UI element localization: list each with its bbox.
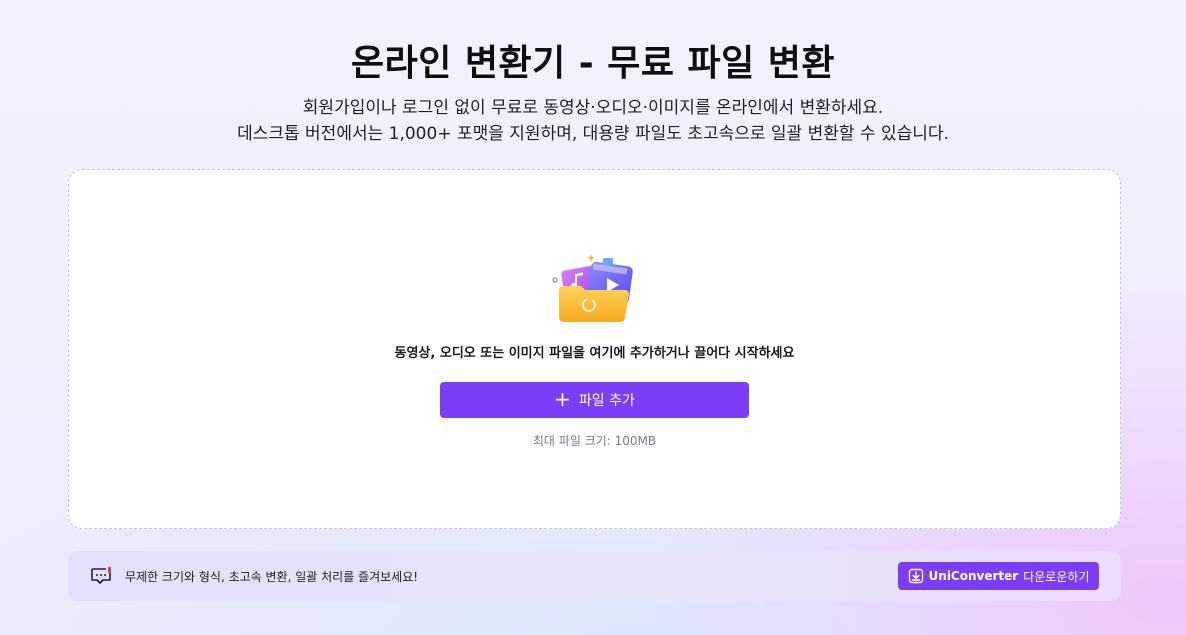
download-brand: UniConverter: [928, 569, 1019, 583]
chat-bubble-icon: [91, 567, 111, 584]
promo-banner: 무제한 크기와 형식, 초고속 변환, 일괄 처리를 즐겨보세요! UniCon…: [68, 551, 1121, 601]
folder-media-icon: [552, 254, 633, 322]
drop-instruction: 동영상, 오디오 또는 이미지 파일을 여기에 추가하거나 끌어다 시작하세요: [394, 346, 795, 361]
download-icon: [908, 568, 923, 584]
subtitle-line-1: 회원가입이나 로그인 없이 무료로 동영상·오디오·이미지를 온라인에서 변환하…: [302, 98, 884, 118]
promo-text: 무제한 크기와 형식, 초고속 변환, 일괄 처리를 즐겨보세요!: [125, 570, 419, 584]
add-file-button[interactable]: + 파일 추가: [440, 382, 749, 418]
file-drop-zone[interactable]: 동영상, 오디오 또는 이미지 파일을 여기에 추가하거나 끌어다 시작하세요 …: [68, 169, 1121, 529]
plus-icon: +: [554, 387, 571, 411]
subtitle-line-2: 데스크톱 버전에서는 1,000+ 포맷을 지원하며, 대용량 파일도 초고속으…: [237, 124, 949, 144]
page-subtitle: 회원가입이나 로그인 없이 무료로 동영상·오디오·이미지를 온라인에서 변환하…: [0, 95, 1186, 147]
page-title: 온라인 변환기 - 무료 파일 변환: [350, 43, 836, 84]
add-file-label: 파일 추가: [578, 393, 635, 409]
download-uniconverter-button[interactable]: UniConverter 다운로운하기: [898, 562, 1099, 590]
download-label: 다운로운하기: [1023, 569, 1090, 584]
max-file-size: 최대 파일 크기: 100MB: [532, 434, 657, 448]
